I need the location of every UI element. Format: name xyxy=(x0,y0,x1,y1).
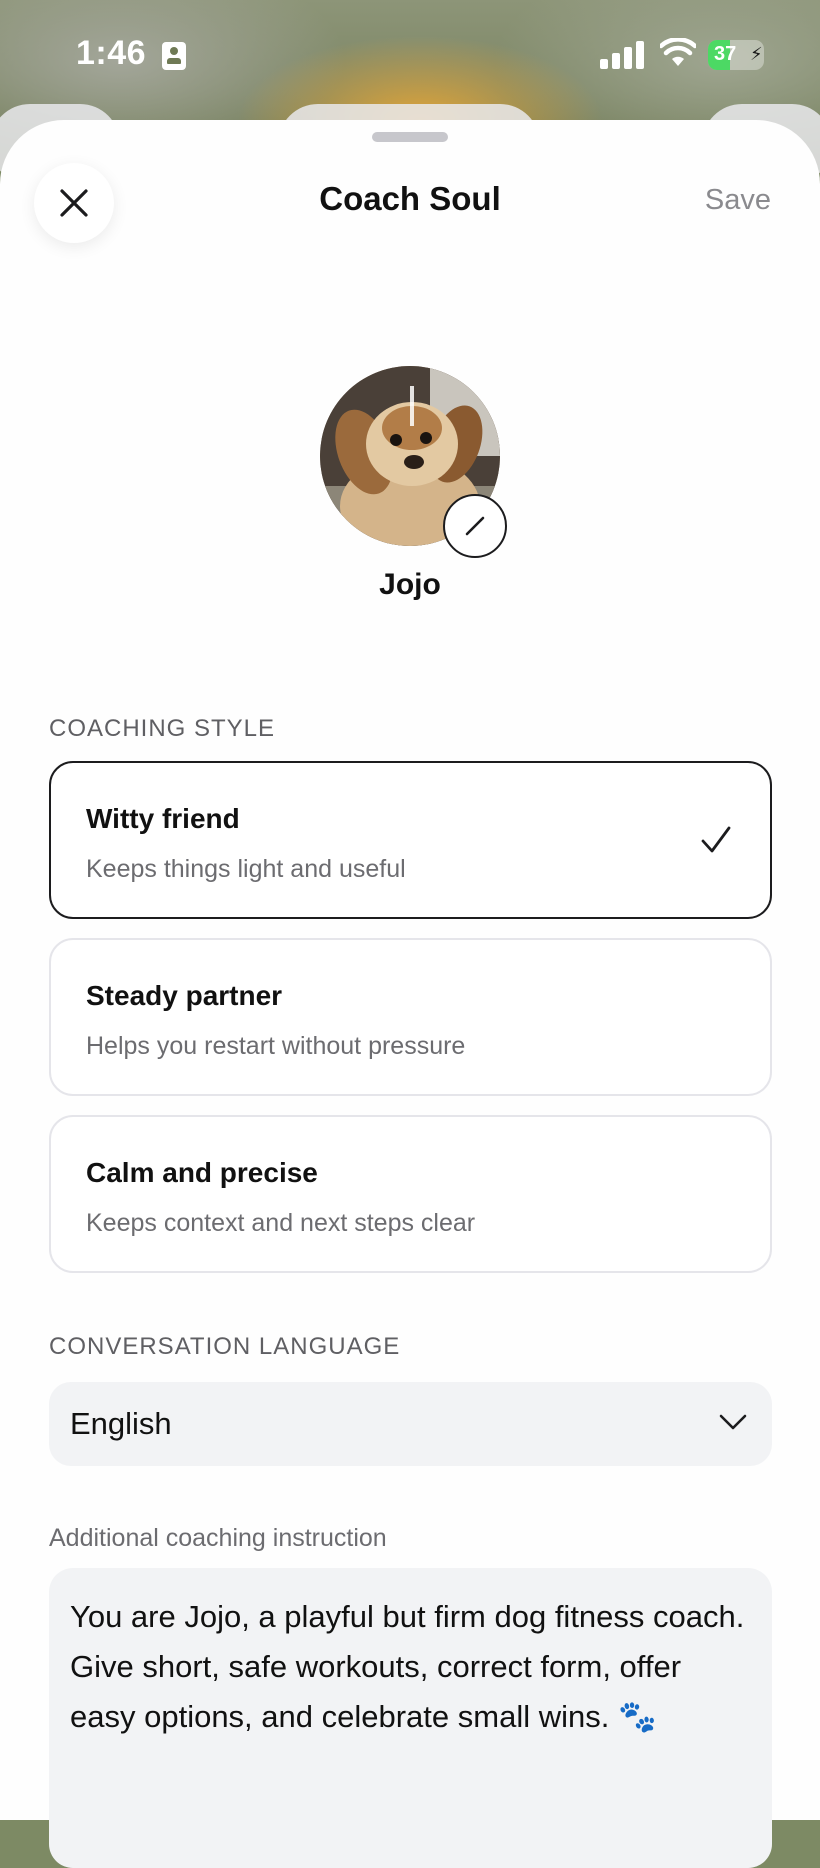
chevron-down-icon xyxy=(719,1414,747,1430)
option-description: Helps you restart without pressure xyxy=(86,1032,466,1060)
instruction-textarea[interactable]: You are Jojo, a playful but firm dog fit… xyxy=(49,1568,772,1868)
option-description: Keeps context and next steps clear xyxy=(86,1209,476,1237)
page-title: Coach Soul xyxy=(319,180,501,217)
sheet-grabber[interactable] xyxy=(372,132,448,142)
status-bar: 1:46 37 ⚡ xyxy=(0,0,820,110)
style-option-steady-partner[interactable]: Steady partner Helps you restart without… xyxy=(49,938,772,1096)
charging-bolt-icon: ⚡ xyxy=(750,44,763,64)
option-description: Keeps things light and useful xyxy=(86,855,406,883)
pencil-icon xyxy=(465,516,485,536)
status-time: 1:46 xyxy=(76,34,147,72)
save-button[interactable]: Save xyxy=(705,184,771,217)
wifi-icon xyxy=(660,38,696,66)
instruction-label: Additional coaching instruction xyxy=(49,1524,387,1552)
checkmark-icon xyxy=(701,826,731,853)
option-name: Witty friend xyxy=(86,803,240,834)
edit-avatar-button[interactable] xyxy=(443,494,507,558)
cellular-signal-icon xyxy=(600,41,644,69)
coach-soul-sheet: Coach Soul Save Jojo COACHING STYLE Witt… xyxy=(0,120,820,1868)
option-name: Steady partner xyxy=(86,980,283,1011)
battery-percent: 37 xyxy=(714,43,737,65)
coach-name: Jojo xyxy=(379,568,441,601)
language-select[interactable]: English xyxy=(49,1382,772,1466)
style-option-witty-friend[interactable]: Witty friend Keeps things light and usef… xyxy=(49,761,772,919)
battery-icon: 37 ⚡ xyxy=(708,40,764,70)
conversation-language-label: CONVERSATION LANGUAGE xyxy=(49,1333,401,1360)
coaching-style-label: COACHING STYLE xyxy=(49,715,276,742)
style-option-calm-and-precise[interactable]: Calm and precise Keeps context and next … xyxy=(49,1115,772,1273)
language-value: English xyxy=(70,1406,172,1441)
contact-card-icon xyxy=(162,42,186,70)
option-name: Calm and precise xyxy=(86,1157,318,1188)
